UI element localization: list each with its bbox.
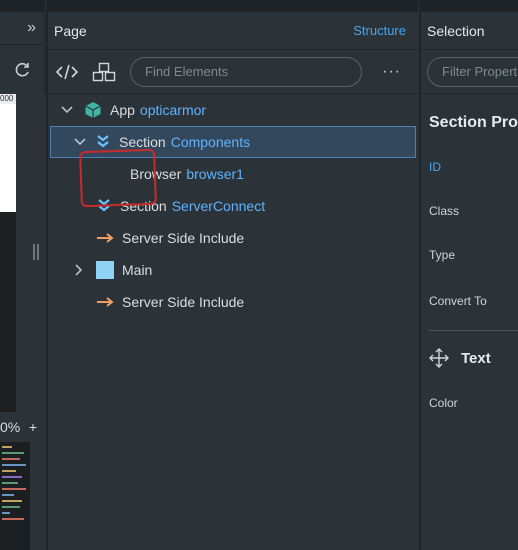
design-canvas-preview[interactable]	[0, 104, 16, 212]
arrow-right-icon	[96, 232, 114, 244]
divider	[429, 330, 518, 331]
splitter-grip[interactable]	[33, 244, 39, 260]
id-label[interactable]: ID	[429, 160, 441, 174]
tree-item-name: browser1	[186, 166, 244, 182]
code-minimap[interactable]	[0, 442, 30, 550]
tree-item-app[interactable]: App opticarmor	[48, 94, 418, 126]
zoom-level: 0%	[0, 419, 21, 435]
selection-panel: Selection Section Properties ID Class Ty…	[419, 0, 518, 550]
selection-panel-title: Selection	[421, 12, 518, 50]
zoom-bar: 0% +	[0, 412, 45, 442]
tree-item-keyword: App	[110, 102, 135, 118]
container-icon	[96, 261, 114, 279]
design-canvas-dark	[0, 212, 16, 412]
double-chevron-icon: »	[27, 19, 36, 36]
tree-item-section-serverconnect[interactable]: Section ServerConnect	[48, 190, 418, 222]
tree-item-section-components[interactable]: Section Components	[50, 126, 416, 158]
collapse-panel-button[interactable]: »	[0, 0, 44, 44]
tree-item-keyword: Browser	[130, 166, 182, 182]
zoom-in-button[interactable]: +	[29, 419, 37, 435]
components-icon[interactable]	[92, 62, 116, 82]
tree-item-keyword: Server Side Include	[122, 230, 245, 246]
chevron-down-icon[interactable]	[71, 138, 89, 146]
find-elements-input[interactable]	[130, 56, 362, 87]
tree-item-name: ServerConnect	[171, 198, 266, 214]
selection-toolbar	[421, 50, 518, 94]
arrow-right-icon	[96, 296, 114, 308]
tree-item-keyword: Section	[119, 134, 166, 150]
filter-properties-input[interactable]	[427, 56, 518, 87]
tree-item-keyword: Main	[122, 262, 153, 278]
type-label[interactable]: Type	[429, 248, 455, 262]
tree-item-browser[interactable]: Browser browser1	[48, 158, 418, 190]
page-toolbar: ···	[48, 50, 418, 94]
move-icon	[429, 348, 449, 368]
page-panel-header: Page Structure	[48, 12, 418, 50]
splitter	[16, 94, 45, 412]
left-editor-strip: » 000 0% +	[0, 0, 45, 550]
section-icon	[95, 134, 111, 150]
refresh-icon[interactable]	[12, 60, 32, 80]
chevron-right-icon[interactable]	[70, 264, 88, 276]
convert-to-label[interactable]: Convert To	[429, 294, 487, 308]
text-group-header[interactable]: Text	[429, 348, 491, 368]
ruler: 000	[0, 94, 16, 104]
section-properties-title: Section Properties	[429, 114, 518, 131]
tree-item-name: Components	[170, 134, 251, 150]
chevron-down-icon[interactable]	[58, 106, 76, 114]
page-panel-title: Page	[54, 22, 87, 39]
text-group-label: Text	[461, 349, 491, 367]
tree-item-server-side-include[interactable]: Server Side Include	[48, 286, 418, 318]
cube-icon	[84, 101, 102, 119]
tree-item-keyword: Section	[120, 198, 167, 214]
tree-item-keyword: Server Side Include	[122, 294, 245, 310]
section-icon	[96, 198, 112, 214]
tree-item-server-side-include[interactable]: Server Side Include	[48, 222, 418, 254]
tree-item-main[interactable]: Main	[48, 254, 418, 286]
more-options-button[interactable]: ···	[382, 63, 401, 81]
top-strip	[48, 0, 418, 12]
minimap-gutter	[30, 442, 45, 550]
page-panel: Page Structure ··· App opticarmor	[46, 0, 418, 550]
class-label[interactable]: Class	[429, 204, 459, 218]
color-label[interactable]: Color	[429, 396, 458, 410]
structure-tab[interactable]: Structure	[353, 23, 406, 38]
top-strip	[421, 0, 518, 12]
code-icon[interactable]	[56, 63, 78, 81]
tree-item-name: opticarmor	[139, 102, 207, 118]
